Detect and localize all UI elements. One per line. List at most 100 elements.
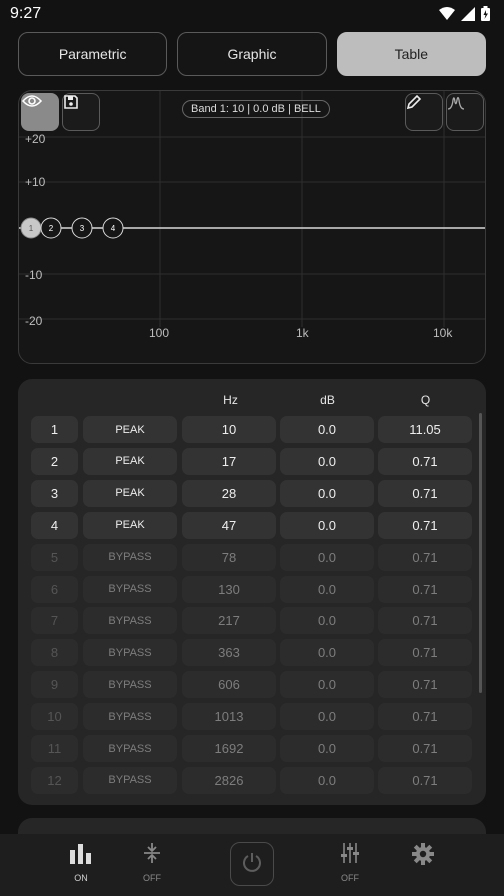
band-q-cell[interactable]: 0.71 [378, 766, 472, 794]
band-hz-cell[interactable]: 78 [182, 543, 276, 571]
eq-graph[interactable]: +20 +10 -10 -20 100 1k 10k 1 2 3 4 Band … [18, 90, 486, 364]
nav-equalizer[interactable]: ON [56, 842, 106, 883]
band-hz-cell[interactable]: 130 [182, 575, 276, 603]
x-tick-label: 10k [433, 326, 453, 340]
nav-mixer[interactable]: OFF [325, 842, 375, 883]
sliders-icon [339, 843, 361, 868]
status-bar: 9:27 [0, 0, 504, 28]
table-row: 7 BYPASS 217 0.0 0.71 [31, 607, 473, 635]
band-node-2[interactable]: 2 [40, 217, 62, 239]
band-hz-cell[interactable]: 47 [182, 511, 276, 539]
band-db-cell[interactable]: 0.0 [280, 607, 374, 635]
band-db-cell[interactable]: 0.0 [280, 703, 374, 731]
band-type-cell[interactable]: PEAK [83, 447, 177, 475]
y-tick-label: +10 [25, 175, 46, 189]
band-q-cell[interactable]: 0.71 [378, 575, 472, 603]
band-db-cell[interactable]: 0.0 [280, 766, 374, 794]
band-q-cell[interactable]: 0.71 [378, 639, 472, 667]
save-preset-button[interactable] [62, 93, 100, 131]
band-db-cell[interactable]: 0.0 [280, 416, 374, 443]
band-db-cell[interactable]: 0.0 [280, 511, 374, 539]
band-q-cell[interactable]: 11.05 [378, 416, 472, 443]
band-num-cell[interactable]: 11 [31, 735, 78, 762]
band-db-cell[interactable]: 0.0 [280, 479, 374, 507]
mode-tabs: Parametric Graphic Table [18, 32, 486, 76]
band-db-cell[interactable]: 0.0 [280, 639, 374, 667]
band-type-cell[interactable]: BYPASS [83, 575, 177, 603]
nav-compressor[interactable]: OFF [127, 842, 177, 883]
band-hz-cell[interactable]: 606 [182, 671, 276, 699]
band-num-cell[interactable]: 1 [31, 416, 78, 443]
band-type-cell[interactable]: BYPASS [83, 766, 177, 794]
band-hz-cell[interactable]: 10 [182, 416, 276, 443]
nav-equalizer-label: ON [74, 873, 88, 883]
band-db-cell[interactable]: 0.0 [280, 575, 374, 603]
band-q-cell[interactable]: 0.71 [378, 607, 472, 635]
band-node-3[interactable]: 3 [71, 217, 93, 239]
band-hz-cell[interactable]: 28 [182, 479, 276, 507]
band-type-cell[interactable]: PEAK [83, 416, 177, 443]
band-type-cell[interactable]: BYPASS [83, 735, 177, 762]
signal-icon [461, 6, 475, 26]
band-num-cell[interactable]: 6 [31, 575, 78, 603]
tab-parametric[interactable]: Parametric [18, 32, 168, 76]
band-db-cell[interactable]: 0.0 [280, 735, 374, 762]
table-scrollbar[interactable] [479, 413, 482, 693]
table-row: 9 BYPASS 606 0.0 0.71 [31, 671, 473, 699]
band-node-4[interactable]: 4 [102, 217, 124, 239]
table-row: 4 PEAK 47 0.0 0.71 [31, 511, 473, 539]
band-db-cell[interactable]: 0.0 [280, 543, 374, 571]
band-type-cell[interactable]: PEAK [83, 511, 177, 539]
band-num-cell[interactable]: 8 [31, 639, 78, 667]
table-row: 2 PEAK 17 0.0 0.71 [31, 447, 473, 475]
power-button[interactable] [230, 842, 274, 886]
band-q-cell[interactable]: 0.71 [378, 447, 472, 475]
band-num-cell[interactable]: 4 [31, 511, 78, 539]
nav-settings[interactable] [398, 842, 448, 871]
tab-table[interactable]: Table [336, 32, 486, 76]
band-type-cell[interactable]: BYPASS [83, 639, 177, 667]
band-hz-cell[interactable]: 17 [182, 447, 276, 475]
band-node-1[interactable]: 1 [20, 217, 42, 239]
edit-button[interactable] [405, 93, 443, 131]
compress-icon [142, 843, 162, 868]
band-hz-cell[interactable]: 217 [182, 607, 276, 635]
band-db-cell[interactable]: 0.0 [280, 447, 374, 475]
band-hz-cell[interactable]: 1692 [182, 735, 276, 762]
band-hz-cell[interactable]: 2826 [182, 766, 276, 794]
column-header-hz: Hz [223, 393, 238, 407]
band-type-cell[interactable]: BYPASS [83, 703, 177, 731]
equalizer-bars-icon [69, 844, 93, 868]
band-q-cell[interactable]: 0.71 [378, 703, 472, 731]
band-type-cell[interactable]: BYPASS [83, 671, 177, 699]
band-db-cell[interactable]: 0.0 [280, 671, 374, 699]
band-q-cell[interactable]: 0.71 [378, 543, 472, 571]
table-row: 10 BYPASS 1013 0.0 0.71 [31, 703, 473, 731]
band-num-cell[interactable]: 12 [31, 766, 78, 794]
band-num-cell[interactable]: 9 [31, 671, 78, 699]
table-header: Hz dB Q [18, 393, 486, 409]
band-q-cell[interactable]: 0.71 [378, 511, 472, 539]
band-type-cell[interactable]: BYPASS [83, 543, 177, 571]
band-hz-cell[interactable]: 363 [182, 639, 276, 667]
band-type-cell[interactable]: PEAK [83, 479, 177, 507]
curve-mode-button[interactable] [446, 93, 484, 131]
nav-compressor-label: OFF [143, 873, 161, 883]
table-row: 11 BYPASS 1692 0.0 0.71 [31, 735, 473, 762]
tab-graphic[interactable]: Graphic [177, 32, 327, 76]
band-num-cell[interactable]: 7 [31, 607, 78, 635]
band-type-cell[interactable]: BYPASS [83, 607, 177, 635]
visibility-button[interactable] [21, 93, 59, 131]
band-q-cell[interactable]: 0.71 [378, 671, 472, 699]
gear-icon [411, 843, 435, 870]
band-num-cell[interactable]: 3 [31, 479, 78, 507]
band-q-cell[interactable]: 0.71 [378, 479, 472, 507]
band-hz-cell[interactable]: 1013 [182, 703, 276, 731]
y-tick-label: -10 [25, 268, 43, 282]
band-q-cell[interactable]: 0.71 [378, 735, 472, 762]
table-row: 3 PEAK 28 0.0 0.71 [31, 479, 473, 507]
band-num-cell[interactable]: 5 [31, 543, 78, 571]
band-num-cell[interactable]: 10 [31, 703, 78, 731]
band-table: Hz dB Q 1 PEAK 10 0.0 11.05 2 PEAK 17 0.0 0.71 3 PE… [18, 379, 486, 805]
band-num-cell[interactable]: 2 [31, 447, 78, 475]
